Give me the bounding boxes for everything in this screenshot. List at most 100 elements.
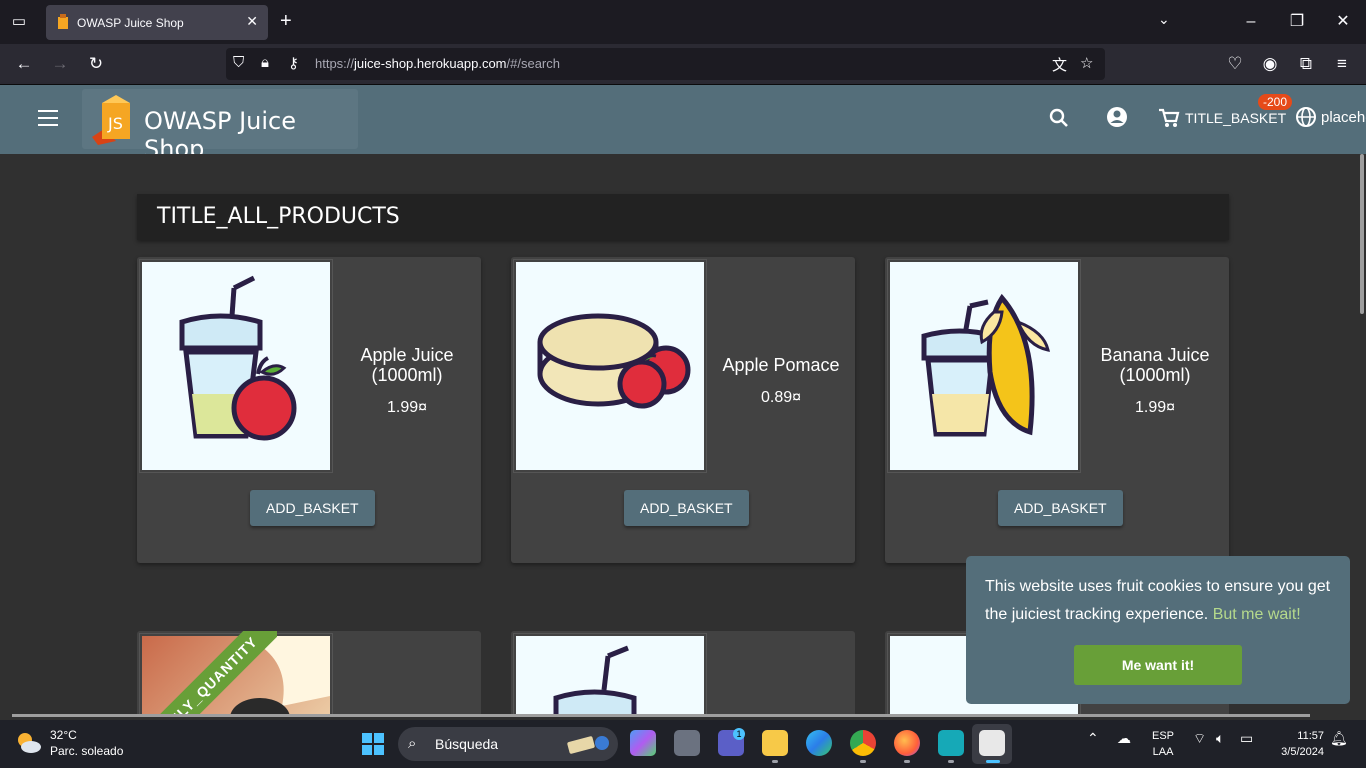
minimize-icon[interactable]: – xyxy=(1228,0,1274,44)
product-name: Apple Juice (1000ml) xyxy=(360,345,454,385)
input-language-indicator[interactable]: ESP LAA xyxy=(1152,728,1174,760)
restore-icon[interactable]: ❐ xyxy=(1274,0,1320,44)
tab-list-icon[interactable]: ▭ xyxy=(8,11,30,33)
active-indicator xyxy=(986,760,1000,763)
app-bolt-icon[interactable] xyxy=(938,730,964,756)
juice-shop-logo-icon: JS xyxy=(92,95,130,145)
search-icon[interactable] xyxy=(1048,107,1070,129)
notification-bell-icon[interactable]: 🔔︎ xyxy=(1330,730,1348,747)
product-image-frame xyxy=(139,259,333,473)
cookie-message: This website uses fruit cookies to ensur… xyxy=(985,573,1341,629)
product-name: Apple Pomace xyxy=(722,355,840,375)
apple-juice-image-icon xyxy=(179,275,297,441)
lock-icon[interactable]: 🔒︎ xyxy=(261,54,269,71)
language-globe-icon[interactable] xyxy=(1295,106,1317,128)
cookie-accept-button[interactable]: Me want it! xyxy=(1074,645,1242,685)
product-price: 1.99¤ xyxy=(1134,399,1176,416)
page-title: TITLE_ALL_PRODUCTS xyxy=(157,204,400,229)
running-indicator xyxy=(948,760,954,763)
partly-sunny-icon xyxy=(18,733,41,753)
taskbar-search-box[interactable]: ⌕ Búsqueda xyxy=(398,727,618,761)
basket-button-label[interactable]: TITLE_BASKET xyxy=(1185,110,1286,126)
product-image[interactable] xyxy=(516,262,704,470)
clock-time: 11:57 xyxy=(1297,730,1324,742)
search-highlight-icon xyxy=(567,736,609,754)
add-to-basket-button[interactable]: ADD_BASKET xyxy=(624,490,749,526)
apple-pomace-image-icon xyxy=(537,313,691,409)
firefox-browser-icon[interactable] xyxy=(894,730,920,756)
app-toolbar: JS OWASP Juice Shop TITLE_BASKET -200 pl… xyxy=(0,85,1366,163)
volume-icon[interactable]: 🔈︎ xyxy=(1216,730,1224,747)
shopping-cart-icon[interactable] xyxy=(1158,107,1180,129)
forward-icon[interactable]: → xyxy=(49,53,71,75)
window-close-icon[interactable]: ✕ xyxy=(1320,0,1366,44)
permissions-icon[interactable]: ⚷ xyxy=(288,54,299,72)
running-indicator xyxy=(904,760,910,763)
chrome-browser-icon[interactable] xyxy=(850,730,876,756)
account-icon[interactable]: ◉ xyxy=(1259,53,1281,75)
product-card-apple-pomace[interactable]: Apple Pomace 0.89¤ ADD_BASKET xyxy=(511,257,855,563)
product-price: 0.89¤ xyxy=(760,389,802,406)
language-label[interactable]: placeho xyxy=(1321,109,1366,126)
product-image[interactable] xyxy=(142,262,330,470)
basket-count-badge: -200 xyxy=(1258,94,1293,110)
windows-taskbar: 32°C Parc. soleado ⌕ Búsqueda 1 ⌃ ☁ ESP … xyxy=(0,720,1366,768)
product-image[interactable] xyxy=(890,262,1078,470)
running-indicator xyxy=(772,760,778,763)
file-explorer-icon[interactable] xyxy=(762,730,788,756)
horizontal-scrollbar[interactable] xyxy=(12,714,1310,717)
task-view-icon[interactable] xyxy=(674,730,700,756)
translate-icon[interactable]: 文 xyxy=(1052,54,1067,75)
browser-nav-bar: ← → ↻ ⛉ 🔒︎ ⚷ https://juice-shop.herokuap… xyxy=(0,44,1366,85)
teams-notification-badge: 1 xyxy=(733,728,745,740)
layout-code: LAA xyxy=(1152,746,1174,758)
product-card-banana-juice[interactable]: Banana Juice (1000ml) 1.99¤ ADD_BASKET xyxy=(885,257,1229,563)
shield-icon[interactable]: ⛉ xyxy=(233,54,244,71)
sidenav-menu-icon[interactable] xyxy=(38,110,58,126)
menu-icon[interactable]: ≡ xyxy=(1331,53,1353,75)
running-indicator xyxy=(860,760,866,763)
browser-tab-active[interactable]: OWASP Juice Shop ✕ xyxy=(46,5,268,40)
bookmark-star-icon[interactable]: ☆ xyxy=(1080,54,1093,72)
product-image-frame xyxy=(513,259,707,473)
ribbon-label: ONLY_QUANTITY xyxy=(137,631,277,714)
new-tab-icon[interactable]: + xyxy=(280,10,292,33)
back-icon[interactable]: ← xyxy=(13,53,35,75)
show-hidden-icons-chevron-icon[interactable]: ⌃ xyxy=(1087,730,1099,747)
weather-description: Parc. soleado xyxy=(50,744,124,758)
onedrive-cloud-icon[interactable]: ☁ xyxy=(1117,730,1131,747)
language-code: ESP xyxy=(1152,730,1175,742)
reload-icon[interactable]: ↻ xyxy=(85,53,107,75)
list-all-tabs-icon[interactable]: ⌄ xyxy=(1158,11,1170,28)
url-text[interactable]: https://juice-shop.herokuapp.com/#/searc… xyxy=(315,56,560,71)
start-windows-icon[interactable] xyxy=(362,733,384,755)
product-card-row2-2[interactable] xyxy=(511,631,855,714)
edge-browser-icon[interactable] xyxy=(806,730,832,756)
pocket-icon[interactable]: ♡ xyxy=(1224,53,1246,75)
tab-close-icon[interactable]: ✕ xyxy=(246,13,258,30)
account-circle-icon[interactable] xyxy=(1106,106,1128,128)
extensions-icon[interactable]: ⧉ xyxy=(1295,53,1317,75)
wifi-icon[interactable]: ⌔ xyxy=(1193,730,1206,748)
tab-title: OWASP Juice Shop xyxy=(77,16,184,30)
search-magnifier-icon: ⌕ xyxy=(408,735,417,752)
cookie-consent-banner: This website uses fruit cookies to ensur… xyxy=(966,556,1350,704)
product-card-apple-juice[interactable]: Apple Juice (1000ml) 1.99¤ ADD_BASKET xyxy=(137,257,481,563)
add-to-basket-button[interactable]: ADD_BASKET xyxy=(998,490,1123,526)
cookie-learn-more-link[interactable]: But me wait! xyxy=(1213,606,1301,623)
add-to-basket-button[interactable]: ADD_BASKET xyxy=(250,490,375,526)
snipping-tool-icon[interactable] xyxy=(979,730,1005,756)
product-card-row2-1[interactable]: ONLY_QUANTITY xyxy=(137,631,481,714)
url-bar[interactable]: ⛉ 🔒︎ ⚷ https://juice-shop.herokuapp.com/… xyxy=(226,48,1105,80)
product-image-frame xyxy=(513,633,707,714)
home-brand-link[interactable]: JS OWASP Juice Shop xyxy=(82,89,358,163)
vertical-scrollbar[interactable] xyxy=(1360,154,1364,314)
product-name: Banana Juice (1000ml) xyxy=(1100,345,1210,385)
battery-icon[interactable]: ▭ xyxy=(1240,730,1253,747)
copilot-icon[interactable] xyxy=(630,730,656,756)
product-price: 1.99¤ xyxy=(386,399,428,416)
system-clock[interactable]: 11:57 3/5/2024 xyxy=(1270,728,1324,760)
product-image[interactable] xyxy=(516,636,704,714)
only-quantity-ribbon: ONLY_QUANTITY xyxy=(137,631,277,714)
weather-temperature: 32°C xyxy=(50,728,77,742)
